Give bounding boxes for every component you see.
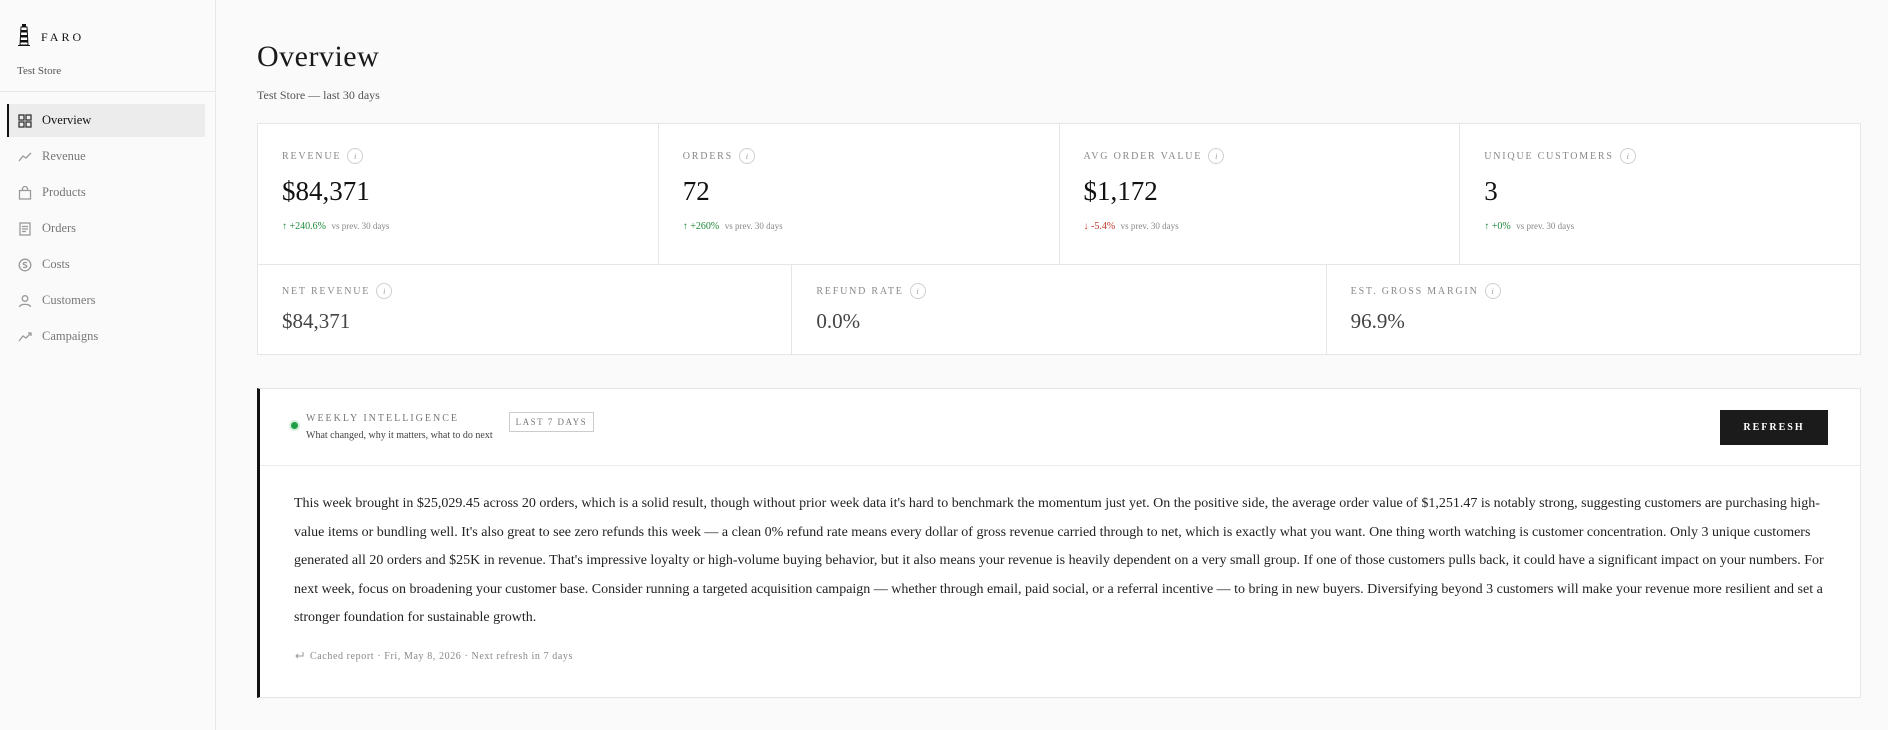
- metric-value: 72: [682, 176, 710, 206]
- metric-card-revenue: REVENUE i $84,371 ↑ +240.6% vs prev. 30 …: [258, 124, 659, 264]
- delta-percent: ↑ +260%: [682, 221, 720, 232]
- sidebar-item-label: Costs: [42, 257, 70, 271]
- metric-label-text: REVENUE: [282, 150, 342, 162]
- sidebar-item-label: Overview: [42, 113, 92, 127]
- sidebar-nav: Overview Revenue Products Orders Costs C…: [0, 92, 215, 353]
- metric-label: UNIQUE CUSTOMERS i: [1484, 148, 1836, 164]
- delta-percent: ↓ -5.4%: [1083, 221, 1116, 232]
- metric-delta: ↓ -5.4% vs prev. 30 days: [1084, 221, 1436, 232]
- page-title: Overview: [257, 40, 380, 73]
- weekly-title: WEEKLY INTELLIGENCE: [306, 413, 459, 424]
- metric-label-text: REFUND RATE: [816, 285, 904, 297]
- refresh-button[interactable]: REFRESH: [1720, 409, 1828, 445]
- range-badge: LAST 7 DAYS: [508, 412, 595, 432]
- metrics-grid: REVENUE i $84,371 ↑ +240.6% vs prev. 30 …: [257, 123, 1861, 355]
- store-name: Test Store: [17, 65, 62, 77]
- info-icon[interactable]: i: [1208, 148, 1225, 164]
- weekly-header: WEEKLY INTELLIGENCE What changed, why it…: [260, 389, 1860, 466]
- trend-icon: [18, 330, 32, 344]
- metric-label: REFUND RATE i: [816, 283, 1301, 299]
- sidebar-item-revenue[interactable]: Revenue: [7, 140, 205, 173]
- weekly-header-left: WEEKLY INTELLIGENCE What changed, why it…: [291, 412, 595, 441]
- metric-card-unique-customers: UNIQUE CUSTOMERS i 3 ↑ +0% vs prev. 30 d…: [1460, 124, 1860, 264]
- cache-status-text: Cached report · Fri, May 8, 2026 · Next …: [310, 651, 574, 662]
- return-arrow-icon: [294, 651, 304, 663]
- metric-value: $1,172: [1083, 176, 1158, 206]
- sidebar-item-label: Products: [42, 185, 86, 199]
- delta-percent: ↑ +240.6%: [282, 221, 326, 232]
- trend-icon: [18, 150, 32, 164]
- metric-delta: ↑ +0% vs prev. 30 days: [1484, 221, 1836, 232]
- metric-label-text: EST. GROSS MARGIN: [1350, 285, 1479, 297]
- page-subtitle: Test Store — last 30 days: [257, 88, 380, 102]
- metric-label-text: AVG ORDER VALUE: [1083, 150, 1203, 162]
- metric-label-text: NET REVENUE: [282, 285, 371, 297]
- weekly-intelligence-card: WEEKLY INTELLIGENCE What changed, why it…: [257, 388, 1861, 698]
- metrics-row-secondary: NET REVENUE i $84,371 REFUND RATE i 0.0%…: [258, 265, 1860, 354]
- brand: FARO Test Store: [0, 0, 215, 92]
- delta-note: vs prev. 30 days: [1120, 221, 1179, 231]
- sidebar-item-orders[interactable]: Orders: [7, 212, 205, 245]
- metric-label: AVG ORDER VALUE i: [1084, 148, 1436, 164]
- sidebar-item-label: Customers: [42, 293, 96, 307]
- info-icon[interactable]: i: [909, 283, 926, 299]
- metric-delta: ↑ +260% vs prev. 30 days: [683, 221, 1035, 232]
- metric-value: $84,371: [282, 176, 370, 206]
- user-icon: [18, 294, 32, 308]
- weekly-titles: WEEKLY INTELLIGENCE What changed, why it…: [306, 413, 493, 441]
- lighthouse-icon: [17, 24, 31, 51]
- metric-delta: ↑ +240.6% vs prev. 30 days: [282, 221, 634, 232]
- sidebar-item-campaigns[interactable]: Campaigns: [7, 320, 205, 353]
- info-icon[interactable]: i: [1619, 148, 1636, 164]
- metric-card-gross-margin: EST. GROSS MARGIN i 96.9%: [1327, 265, 1860, 354]
- brand-name: FARO: [41, 30, 85, 44]
- metrics-row-primary: REVENUE i $84,371 ↑ +240.6% vs prev. 30 …: [258, 124, 1860, 265]
- metric-card-refund-rate: REFUND RATE i 0.0%: [792, 265, 1327, 354]
- receipt-icon: [18, 221, 32, 236]
- metric-label: EST. GROSS MARGIN i: [1351, 283, 1836, 299]
- metric-label: NET REVENUE i: [282, 283, 767, 299]
- sidebar-item-label: Revenue: [42, 149, 86, 163]
- bag-icon: [18, 185, 32, 200]
- metric-label-text: ORDERS: [682, 150, 734, 162]
- metric-value: 3: [1484, 176, 1498, 206]
- delta-note: vs prev. 30 days: [724, 221, 783, 231]
- sidebar-item-products[interactable]: Products: [7, 176, 205, 209]
- sidebar-item-label: Orders: [42, 221, 77, 235]
- metric-value: 96.9%: [1350, 309, 1405, 333]
- sidebar: FARO Test Store Overview Revenue Product…: [0, 0, 216, 730]
- sidebar-item-customers[interactable]: Customers: [7, 284, 205, 317]
- metric-label: REVENUE i: [282, 148, 634, 164]
- coin-icon: [18, 258, 32, 272]
- main-content: Overview Test Store — last 30 days REVEN…: [216, 0, 1888, 730]
- weekly-subtitle: What changed, why it matters, what to do…: [306, 430, 493, 441]
- metric-label: ORDERS i: [683, 148, 1035, 164]
- info-icon[interactable]: i: [1484, 283, 1501, 299]
- app: FARO Test Store Overview Revenue Product…: [0, 0, 1888, 730]
- delta-note: vs prev. 30 days: [1516, 221, 1575, 231]
- delta-percent: ↑ +0%: [1484, 221, 1511, 232]
- metric-card-avg-order-value: AVG ORDER VALUE i $1,172 ↓ -5.4% vs prev…: [1060, 124, 1461, 264]
- weekly-footer: Cached report · Fri, May 8, 2026 · Next …: [260, 633, 1860, 663]
- brand-row[interactable]: FARO: [17, 24, 198, 51]
- sidebar-item-costs[interactable]: Costs: [7, 248, 205, 281]
- metric-card-net-revenue: NET REVENUE i $84,371: [258, 265, 793, 354]
- sidebar-item-label: Campaigns: [42, 329, 99, 343]
- metric-card-orders: ORDERS i 72 ↑ +260% vs prev. 30 days: [659, 124, 1060, 264]
- sidebar-item-overview[interactable]: Overview: [7, 104, 205, 137]
- weekly-report-text: This week brought in $25,029.45 across 2…: [294, 496, 1824, 625]
- metric-label-text: UNIQUE CUSTOMERS: [1484, 150, 1614, 162]
- metric-value: 0.0%: [816, 309, 861, 333]
- metric-value: $84,371: [282, 309, 351, 333]
- status-dot: [291, 422, 298, 429]
- info-icon[interactable]: i: [739, 148, 756, 164]
- info-icon[interactable]: i: [376, 283, 393, 299]
- delta-note: vs prev. 30 days: [331, 221, 390, 231]
- grid-icon: [18, 113, 32, 128]
- info-icon[interactable]: i: [347, 148, 364, 164]
